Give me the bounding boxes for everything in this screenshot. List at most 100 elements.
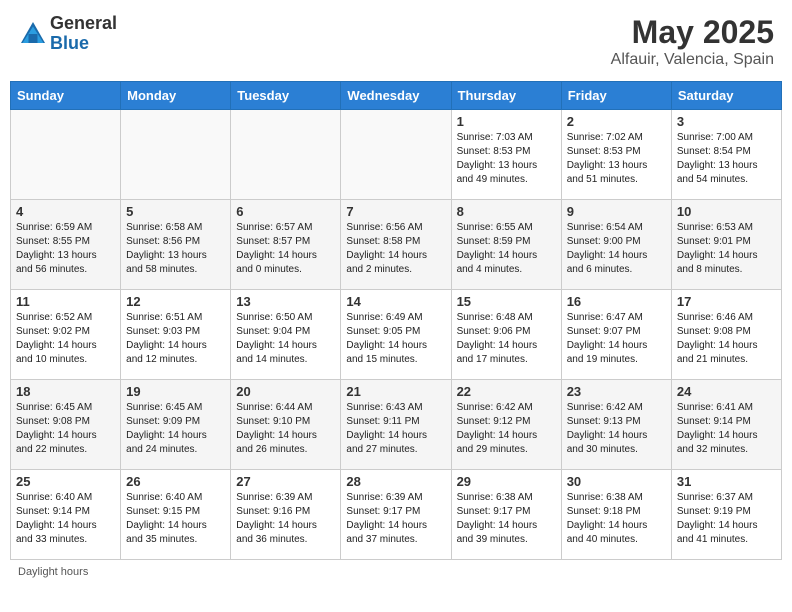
calendar-cell-4-3: 20 Sunrise: 6:44 AM Sunset: 9:10 PM Dayli… (231, 380, 341, 470)
day-info: Sunrise: 7:02 AM Sunset: 8:53 PM Dayligh… (567, 131, 666, 187)
day-info: Sunrise: 6:49 AM Sunset: 9:05 PM Dayligh… (346, 311, 445, 367)
calendar-cell-3-2: 12 Sunrise: 6:51 AM Sunset: 9:03 PM Dayli… (121, 290, 231, 380)
calendar-cell-4-1: 18Sunrise: 6:45 AM Sunset: 9:08 PM Dayli… (11, 380, 121, 470)
day-info: Sunrise: 6:42 AM Sunset: 9:13 PM Dayligh… (567, 401, 666, 457)
calendar-week-2: 4Sunrise: 6:59 AM Sunset: 8:55 PM Daylig… (11, 200, 782, 290)
weekday-header-monday: Monday (121, 82, 231, 110)
calendar-cell-3-1: 11 Sunrise: 6:52 AM Sunset: 9:02 PM Dayli… (11, 290, 121, 380)
day-number: 16 (567, 294, 666, 309)
calendar-cell-5-1: 25 Sunrise: 6:40 AM Sunset: 9:14 PM Dayli… (11, 470, 121, 560)
footer: Daylight hours (10, 566, 782, 578)
day-info: Sunrise: 6:37 AM Sunset: 9:19 PM Dayligh… (677, 491, 776, 547)
day-number: 20 (236, 384, 335, 399)
calendar-cell-2-7: 10 Sunrise: 6:53 AM Sunset: 9:01 PM Dayli… (671, 200, 781, 290)
day-number: 9 (567, 204, 666, 219)
day-number: 25 (16, 474, 115, 489)
day-info: Sunrise: 6:51 AM Sunset: 9:03 PM Dayligh… (126, 311, 225, 367)
weekday-header-sunday: Sunday (11, 82, 121, 110)
day-info: Sunrise: 6:50 AM Sunset: 9:04 PM Dayligh… (236, 311, 335, 367)
day-info: Sunrise: 6:54 AM Sunset: 9:00 PM Dayligh… (567, 221, 666, 277)
day-info: Sunrise: 6:38 AM Sunset: 9:17 PM Dayligh… (457, 491, 556, 547)
calendar-body: 1 Sunrise: 7:03 AM Sunset: 8:53 PM Daylig… (11, 110, 782, 560)
day-number: 24 (677, 384, 776, 399)
day-number: 12 (126, 294, 225, 309)
calendar-cell-5-7: 31Sunrise: 6:37 AM Sunset: 9:19 PM Dayli… (671, 470, 781, 560)
calendar-cell-1-6: 2 Sunrise: 7:02 AM Sunset: 8:53 PM Daylig… (561, 110, 671, 200)
day-info: Sunrise: 7:03 AM Sunset: 8:53 PM Dayligh… (457, 131, 556, 187)
day-number: 22 (457, 384, 556, 399)
day-number: 11 (16, 294, 115, 309)
day-number: 29 (457, 474, 556, 489)
calendar-cell-1-2 (121, 110, 231, 200)
weekday-header-thursday: Thursday (451, 82, 561, 110)
calendar-cell-1-7: 3Sunrise: 7:00 AM Sunset: 8:54 PM Daylig… (671, 110, 781, 200)
calendar-cell-1-4 (341, 110, 451, 200)
day-info: Sunrise: 6:45 AM Sunset: 9:08 PM Dayligh… (16, 401, 115, 457)
weekday-row: SundayMondayTuesdayWednesdayThursdayFrid… (11, 82, 782, 110)
day-info: Sunrise: 7:00 AM Sunset: 8:54 PM Dayligh… (677, 131, 776, 187)
calendar-header: SundayMondayTuesdayWednesdayThursdayFrid… (11, 82, 782, 110)
calendar-week-3: 11 Sunrise: 6:52 AM Sunset: 9:02 PM Dayli… (11, 290, 782, 380)
day-info: Sunrise: 6:43 AM Sunset: 9:11 PM Dayligh… (346, 401, 445, 457)
day-info: Sunrise: 6:45 AM Sunset: 9:09 PM Dayligh… (126, 401, 225, 457)
day-info: Sunrise: 6:39 AM Sunset: 9:17 PM Dayligh… (346, 491, 445, 547)
page-header: General Blue May 2025 Alfauir, Valencia,… (10, 10, 782, 73)
day-info: Sunrise: 6:47 AM Sunset: 9:07 PM Dayligh… (567, 311, 666, 367)
day-number: 14 (346, 294, 445, 309)
month-title: May 2025 (611, 14, 774, 51)
calendar-cell-3-5: 15 Sunrise: 6:48 AM Sunset: 9:06 PM Dayli… (451, 290, 561, 380)
calendar-cell-3-3: 13Sunrise: 6:50 AM Sunset: 9:04 PM Dayli… (231, 290, 341, 380)
day-number: 17 (677, 294, 776, 309)
day-info: Sunrise: 6:41 AM Sunset: 9:14 PM Dayligh… (677, 401, 776, 457)
calendar-cell-4-7: 24 Sunrise: 6:41 AM Sunset: 9:14 PM Dayli… (671, 380, 781, 470)
day-number: 7 (346, 204, 445, 219)
day-info: Sunrise: 6:42 AM Sunset: 9:12 PM Dayligh… (457, 401, 556, 457)
calendar-cell-1-5: 1 Sunrise: 7:03 AM Sunset: 8:53 PM Daylig… (451, 110, 561, 200)
calendar-week-4: 18Sunrise: 6:45 AM Sunset: 9:08 PM Dayli… (11, 380, 782, 470)
daylight-label: Daylight hours (18, 566, 88, 578)
calendar-cell-1-1 (11, 110, 121, 200)
weekday-header-tuesday: Tuesday (231, 82, 341, 110)
day-number: 2 (567, 114, 666, 129)
logo: General Blue (18, 14, 117, 54)
calendar-table: SundayMondayTuesdayWednesdayThursdayFrid… (10, 81, 782, 560)
day-info: Sunrise: 6:40 AM Sunset: 9:14 PM Dayligh… (16, 491, 115, 547)
day-info: Sunrise: 6:55 AM Sunset: 8:59 PM Dayligh… (457, 221, 556, 277)
day-number: 19 (126, 384, 225, 399)
day-info: Sunrise: 6:58 AM Sunset: 8:56 PM Dayligh… (126, 221, 225, 277)
calendar-cell-3-4: 14 Sunrise: 6:49 AM Sunset: 9:05 PM Dayli… (341, 290, 451, 380)
logo-icon (18, 19, 48, 49)
calendar-cell-5-5: 29 Sunrise: 6:38 AM Sunset: 9:17 PM Dayli… (451, 470, 561, 560)
day-number: 30 (567, 474, 666, 489)
calendar-cell-3-7: 17 Sunrise: 6:46 AM Sunset: 9:08 PM Dayli… (671, 290, 781, 380)
day-info: Sunrise: 6:52 AM Sunset: 9:02 PM Dayligh… (16, 311, 115, 367)
day-number: 28 (346, 474, 445, 489)
day-info: Sunrise: 6:48 AM Sunset: 9:06 PM Dayligh… (457, 311, 556, 367)
day-number: 27 (236, 474, 335, 489)
weekday-header-saturday: Saturday (671, 82, 781, 110)
day-info: Sunrise: 6:44 AM Sunset: 9:10 PM Dayligh… (236, 401, 335, 457)
calendar-cell-5-3: 27Sunrise: 6:39 AM Sunset: 9:16 PM Dayli… (231, 470, 341, 560)
day-info: Sunrise: 6:38 AM Sunset: 9:18 PM Dayligh… (567, 491, 666, 547)
calendar-cell-4-4: 21Sunrise: 6:43 AM Sunset: 9:11 PM Dayli… (341, 380, 451, 470)
day-number: 4 (16, 204, 115, 219)
day-number: 26 (126, 474, 225, 489)
day-info: Sunrise: 6:46 AM Sunset: 9:08 PM Dayligh… (677, 311, 776, 367)
calendar-cell-4-6: 23Sunrise: 6:42 AM Sunset: 9:13 PM Dayli… (561, 380, 671, 470)
calendar-cell-4-5: 22 Sunrise: 6:42 AM Sunset: 9:12 PM Dayli… (451, 380, 561, 470)
weekday-header-wednesday: Wednesday (341, 82, 451, 110)
day-info: Sunrise: 6:53 AM Sunset: 9:01 PM Dayligh… (677, 221, 776, 277)
day-info: Sunrise: 6:57 AM Sunset: 8:57 PM Dayligh… (236, 221, 335, 277)
calendar-week-5: 25 Sunrise: 6:40 AM Sunset: 9:14 PM Dayli… (11, 470, 782, 560)
logo-blue-text: Blue (50, 34, 117, 54)
calendar-cell-2-6: 9 Sunrise: 6:54 AM Sunset: 9:00 PM Daylig… (561, 200, 671, 290)
day-number: 5 (126, 204, 225, 219)
logo-text: General Blue (50, 14, 117, 54)
day-number: 15 (457, 294, 556, 309)
calendar-cell-5-6: 30 Sunrise: 6:38 AM Sunset: 9:18 PM Dayli… (561, 470, 671, 560)
title-block: May 2025 Alfauir, Valencia, Spain (611, 14, 774, 69)
day-number: 1 (457, 114, 556, 129)
day-number: 10 (677, 204, 776, 219)
day-number: 8 (457, 204, 556, 219)
day-info: Sunrise: 6:56 AM Sunset: 8:58 PM Dayligh… (346, 221, 445, 277)
